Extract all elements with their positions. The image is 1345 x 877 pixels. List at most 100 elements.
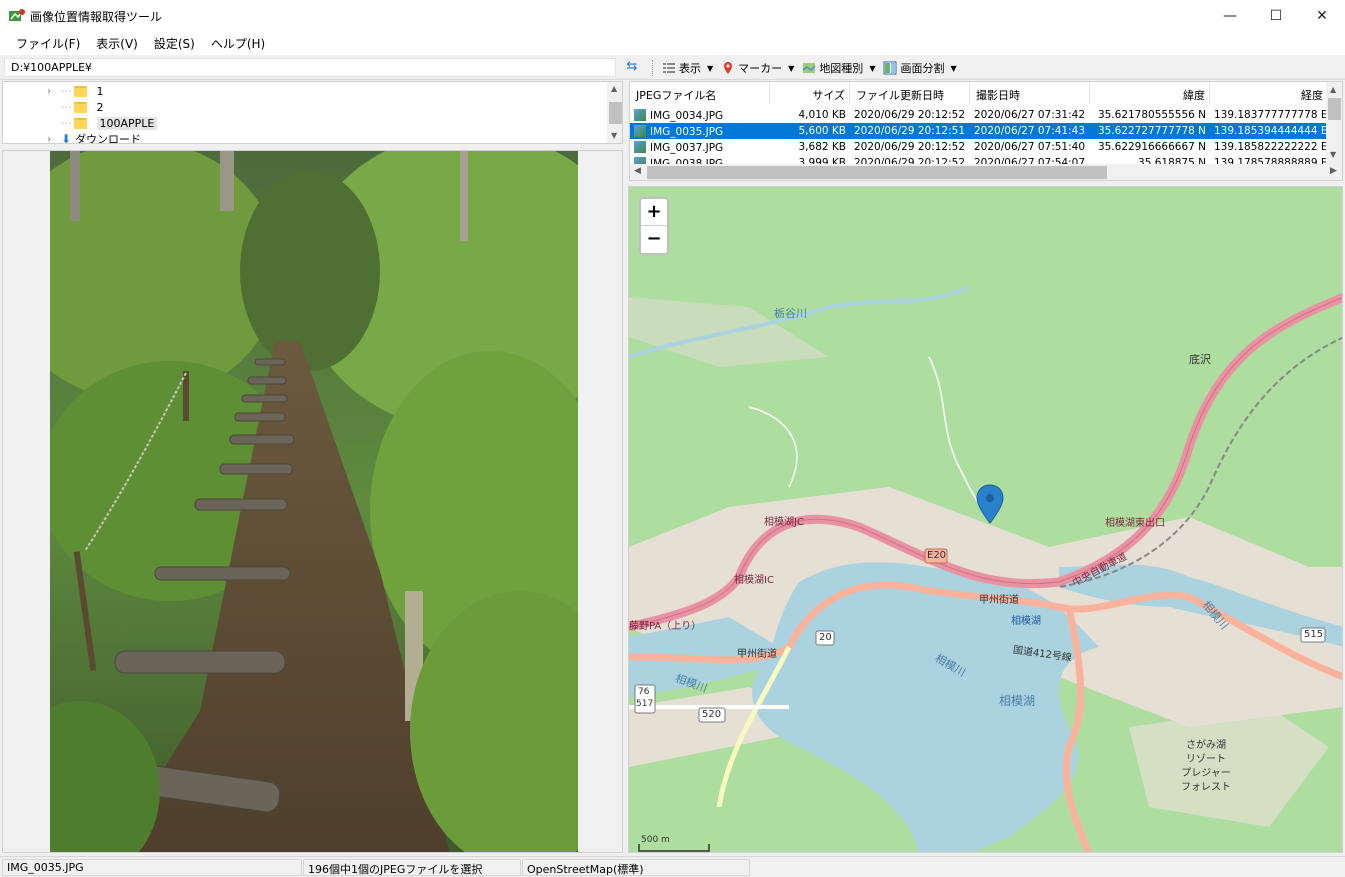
download-icon: ⬇	[61, 132, 72, 144]
map-label: 藤野PA（上り）	[629, 621, 702, 632]
route-shield-label: E20	[927, 550, 947, 561]
folder-icon	[73, 85, 87, 97]
path-toolbar: D:¥100APPLE¥ ⇆ 表示 ▼ マーカー ▼ 地図種別 ▼ 画面分割 ▼	[0, 55, 1345, 80]
cell-size: 5,600 KB	[798, 125, 847, 137]
scroll-down-icon[interactable]: ▼	[1330, 150, 1336, 159]
dropdown-arrow-icon: ▼	[950, 63, 957, 73]
list-vertical-scrollbar[interactable]: ▲ ▼	[1326, 82, 1342, 164]
app-icon	[9, 9, 25, 21]
column-header-modified[interactable]: ファイル更新日時	[850, 82, 970, 104]
cell-size: 3,682 KB	[798, 141, 847, 153]
dropdown-arrow-icon: ▼	[869, 63, 876, 73]
scroll-left-icon[interactable]: ◀	[634, 166, 641, 176]
tree-item-label: 1	[96, 84, 104, 98]
tree-item[interactable]: › ··· 1	[47, 83, 104, 99]
folder-tree: › ··· 1 ··· 2 ··· 100APPLE › ⬇ ダウンロード ▲ …	[2, 81, 623, 144]
cell-longitude: 139.185822222222 E	[1214, 141, 1328, 153]
column-header-taken[interactable]: 撮影日時	[970, 82, 1090, 104]
map-label: 相模湖IC	[734, 575, 774, 586]
marker-label: マーカー	[738, 62, 783, 75]
scroll-thumb[interactable]	[609, 102, 622, 124]
column-header-latitude[interactable]: 緯度	[1090, 82, 1210, 104]
cell-taken: 2020/06/27 07:51:40	[974, 141, 1086, 153]
map-label: 相模湖JC	[764, 517, 804, 528]
window-title: 画像位置情報取得ツール	[30, 10, 163, 24]
route-shield-label: 20	[819, 632, 832, 643]
cell-longitude: 139.183777777778 E	[1214, 109, 1328, 121]
close-button[interactable]: ✕	[1299, 0, 1345, 31]
list-header: JPEGファイル名 サイズ ファイル更新日時 撮影日時 緯度 経度	[630, 82, 1342, 104]
scale-label: 500 m	[641, 835, 670, 845]
zoom-out-button[interactable]: −	[641, 226, 667, 253]
cell-longitude: 139.185394444444 E	[1214, 125, 1328, 137]
map-type-label: 地図種別	[819, 62, 864, 75]
view-dropdown[interactable]: 表示 ▼	[662, 60, 713, 76]
marker-pin-icon	[724, 62, 733, 74]
scroll-thumb[interactable]	[647, 166, 1107, 179]
scroll-right-icon[interactable]: ▶	[1330, 166, 1337, 176]
scroll-up-icon[interactable]: ▲	[611, 84, 617, 93]
column-header-longitude[interactable]: 経度	[1210, 82, 1328, 104]
map-label: 相模湖	[999, 694, 1036, 708]
route-shield-label: 76	[638, 687, 650, 697]
column-header-size[interactable]: サイズ	[770, 82, 850, 104]
maximize-button[interactable]: ☐	[1253, 0, 1299, 31]
cell-filename: IMG_0035.JPG	[650, 126, 724, 138]
table-row-selected[interactable]: IMG_0035.JPG 5,600 KB 2020/06/29 20:12:5…	[630, 123, 1342, 139]
dropdown-arrow-icon: ▼	[788, 63, 795, 73]
menu-settings[interactable]: 設定(S)	[146, 35, 203, 52]
table-row[interactable]: IMG_0037.JPG 3,682 KB 2020/06/29 20:12:5…	[630, 139, 1342, 155]
image-file-icon	[634, 141, 646, 153]
cell-size: 4,010 KB	[798, 109, 847, 121]
tree-item[interactable]: › ⬇ ダウンロード	[47, 131, 141, 144]
tree-item-label: 100APPLE	[96, 116, 158, 130]
cell-filename: IMG_0037.JPG	[650, 142, 724, 154]
map-view[interactable]: 栃谷川 底沢 相模湖JC 相模湖IC 相模湖東出口 E20 中央自動車道 甲州街…	[628, 186, 1343, 853]
cell-latitude: 35.621780555556 N	[1097, 109, 1206, 121]
tree-item-selected[interactable]: ··· 100APPLE	[61, 115, 158, 131]
column-header-filename[interactable]: JPEGファイル名	[630, 82, 770, 104]
folder-icon	[73, 101, 87, 113]
minimize-button[interactable]: —	[1207, 0, 1253, 31]
title-bar: 画像位置情報取得ツール — ☐ ✕	[0, 0, 1345, 31]
map-icon	[802, 63, 816, 73]
route-shield-label: 515	[1304, 629, 1324, 640]
cell-modified: 2020/06/29 20:12:51	[854, 125, 966, 137]
tree-scrollbar[interactable]: ▲ ▼	[607, 82, 622, 143]
tree-item-label: 2	[96, 100, 104, 114]
map-label: 相模湖東出口	[1105, 518, 1165, 529]
marker-dropdown[interactable]: マーカー ▼	[721, 60, 794, 76]
scroll-up-icon[interactable]: ▲	[1330, 85, 1336, 94]
menu-file[interactable]: ファイル(F)	[8, 35, 88, 52]
split-screen-icon	[883, 61, 897, 75]
map-label: 甲州街道	[737, 649, 777, 660]
menu-view[interactable]: 表示(V)	[88, 35, 146, 52]
sync-icon[interactable]: ⇆	[622, 59, 642, 77]
table-row[interactable]: IMG_0034.JPG 4,010 KB 2020/06/29 20:12:5…	[630, 107, 1342, 123]
path-field[interactable]: D:¥100APPLE¥	[4, 58, 616, 77]
zoom-control: + −	[639, 197, 669, 255]
status-filename: IMG_0035.JPG	[2, 859, 302, 876]
image-file-icon	[634, 125, 646, 137]
split-label: 画面分割	[900, 62, 945, 75]
list-horizontal-scrollbar[interactable]: ◀ ▶	[630, 164, 1342, 180]
map-label: 栃谷川	[774, 307, 807, 320]
chevron-right-icon[interactable]: ›	[47, 134, 61, 144]
map-label: さがみ湖 リゾート プレジャー フォレスト	[1181, 740, 1231, 793]
tree-item[interactable]: ··· 2	[61, 99, 104, 115]
zoom-in-button[interactable]: +	[641, 199, 667, 226]
chevron-right-icon[interactable]: ›	[47, 86, 61, 97]
menu-help[interactable]: ヘルプ(H)	[203, 35, 273, 52]
scroll-down-icon[interactable]: ▼	[611, 131, 617, 140]
map-label: 底沢	[1189, 353, 1211, 366]
image-file-icon	[634, 109, 646, 121]
cell-latitude: 35.622916666667 N	[1097, 141, 1206, 153]
map-label: 甲州街道	[979, 595, 1019, 606]
scroll-thumb[interactable]	[1328, 98, 1341, 120]
split-dropdown[interactable]: 画面分割 ▼	[883, 60, 957, 76]
cell-filename: IMG_0034.JPG	[650, 110, 724, 122]
cell-taken: 2020/06/27 07:31:42	[974, 109, 1086, 121]
folder-icon	[73, 117, 87, 129]
status-selection-count: 196個中1個のJPEGファイルを選択	[303, 859, 521, 876]
map-type-dropdown[interactable]: 地図種別 ▼	[802, 60, 875, 76]
